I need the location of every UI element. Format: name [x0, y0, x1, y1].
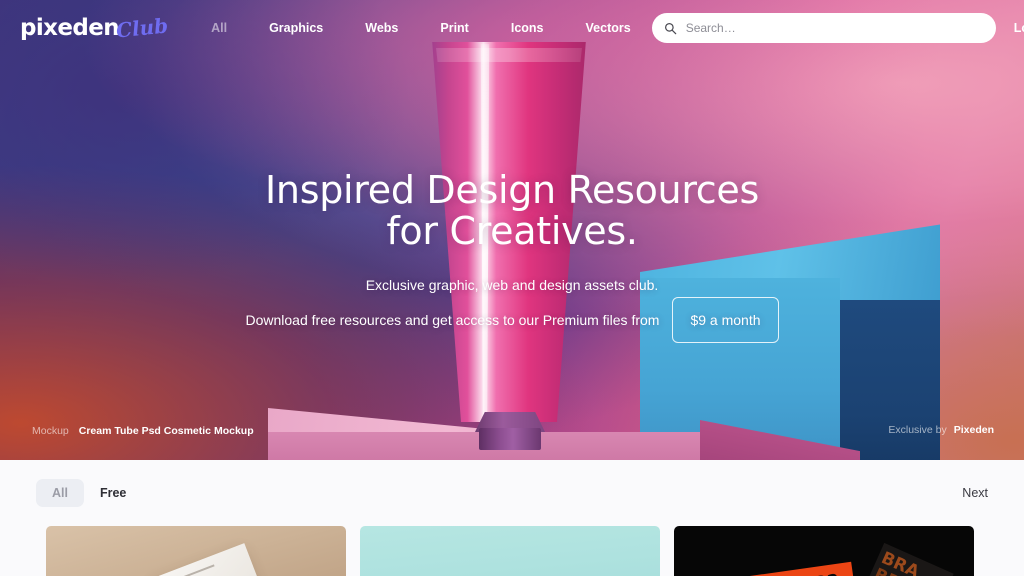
hero-banner: pixeden Club All Graphics Webs Print Ico…	[0, 0, 1024, 460]
site-logo[interactable]: pixeden Club	[20, 13, 170, 43]
nav-item-icons[interactable]: Icons	[490, 15, 565, 41]
hero-headline-line2: for Creatives.	[386, 209, 638, 254]
nav-item-vectors[interactable]: Vectors	[565, 15, 652, 41]
orange-card-label: CARDO2	[762, 571, 840, 576]
search-box[interactable]	[651, 13, 996, 43]
hero-caption-title[interactable]: Cream Tube Psd Cosmetic Mockup	[79, 425, 254, 437]
search-input[interactable]	[685, 21, 984, 35]
nav-item-print[interactable]: Print	[419, 15, 489, 41]
hero-caption-exclusive-label: Exclusive by	[888, 424, 947, 436]
logo-wordmark: pixeden	[20, 15, 120, 41]
book-cover-subtitle-line	[172, 564, 215, 576]
logo-club-script: Club	[114, 13, 170, 43]
search-icon	[664, 22, 676, 34]
page-root: pixeden Club All Graphics Webs Print Ico…	[0, 0, 1024, 576]
hero-headline: Inspired Design Resources for Creatives.	[0, 168, 1024, 254]
login-button[interactable]: Login	[1014, 21, 1024, 35]
hero-subcopy-line1: Exclusive graphic, web and design assets…	[365, 277, 659, 294]
nav-item-all[interactable]: All	[190, 15, 248, 41]
hero-caption-right: Exclusive by Pixeden	[888, 424, 994, 436]
resource-card[interactable]: CARDO2 BRA BRA	[674, 526, 974, 576]
hero-subcopy: Exclusive graphic, web and design assets…	[0, 274, 1024, 344]
cosmetic-tube-cap	[479, 428, 541, 450]
cosmetic-mockup-illustration	[471, 570, 549, 576]
resource-card[interactable]: BO	[46, 526, 346, 576]
hero-caption-brand[interactable]: Pixeden	[954, 424, 994, 436]
top-navbar: pixeden Club All Graphics Webs Print Ico…	[0, 0, 1024, 56]
resource-card[interactable]	[360, 526, 660, 576]
nav-item-graphics[interactable]: Graphics	[248, 15, 344, 41]
hero-subcopy-line2-row: Download free resources and get access t…	[0, 296, 1024, 344]
book-mockup-illustration: BO	[154, 543, 270, 576]
hero-subcopy-line2: Download free resources and get access t…	[245, 311, 660, 328]
hero-caption-category: Mockup	[32, 425, 69, 437]
orange-business-card-illustration: CARDO2	[746, 561, 856, 576]
filter-chip-free[interactable]: Free	[84, 479, 142, 507]
primary-nav: All Graphics Webs Print Icons Vectors	[190, 15, 652, 41]
navbar-right-group: Login Join	[651, 13, 1024, 43]
price-badge[interactable]: $9 a month	[672, 296, 779, 344]
filter-chip-all[interactable]: All	[36, 479, 84, 507]
filter-bar: All Free Next	[0, 460, 1024, 526]
browse-section: All Free Next BO CARDO2 BRA BRA	[0, 460, 1024, 576]
hero-copy-block: Inspired Design Resources for Creatives.…	[0, 168, 1024, 344]
hero-caption-left: Mockup Cream Tube Psd Cosmetic Mockup	[32, 425, 254, 437]
hero-headline-line1: Inspired Design Resources	[265, 168, 759, 212]
next-page-button[interactable]: Next	[962, 486, 988, 500]
dark-business-card-illustration: BRA BRA	[862, 542, 954, 576]
resource-card-grid: BO CARDO2 BRA BRA	[0, 526, 1024, 576]
nav-item-webs[interactable]: Webs	[344, 15, 419, 41]
